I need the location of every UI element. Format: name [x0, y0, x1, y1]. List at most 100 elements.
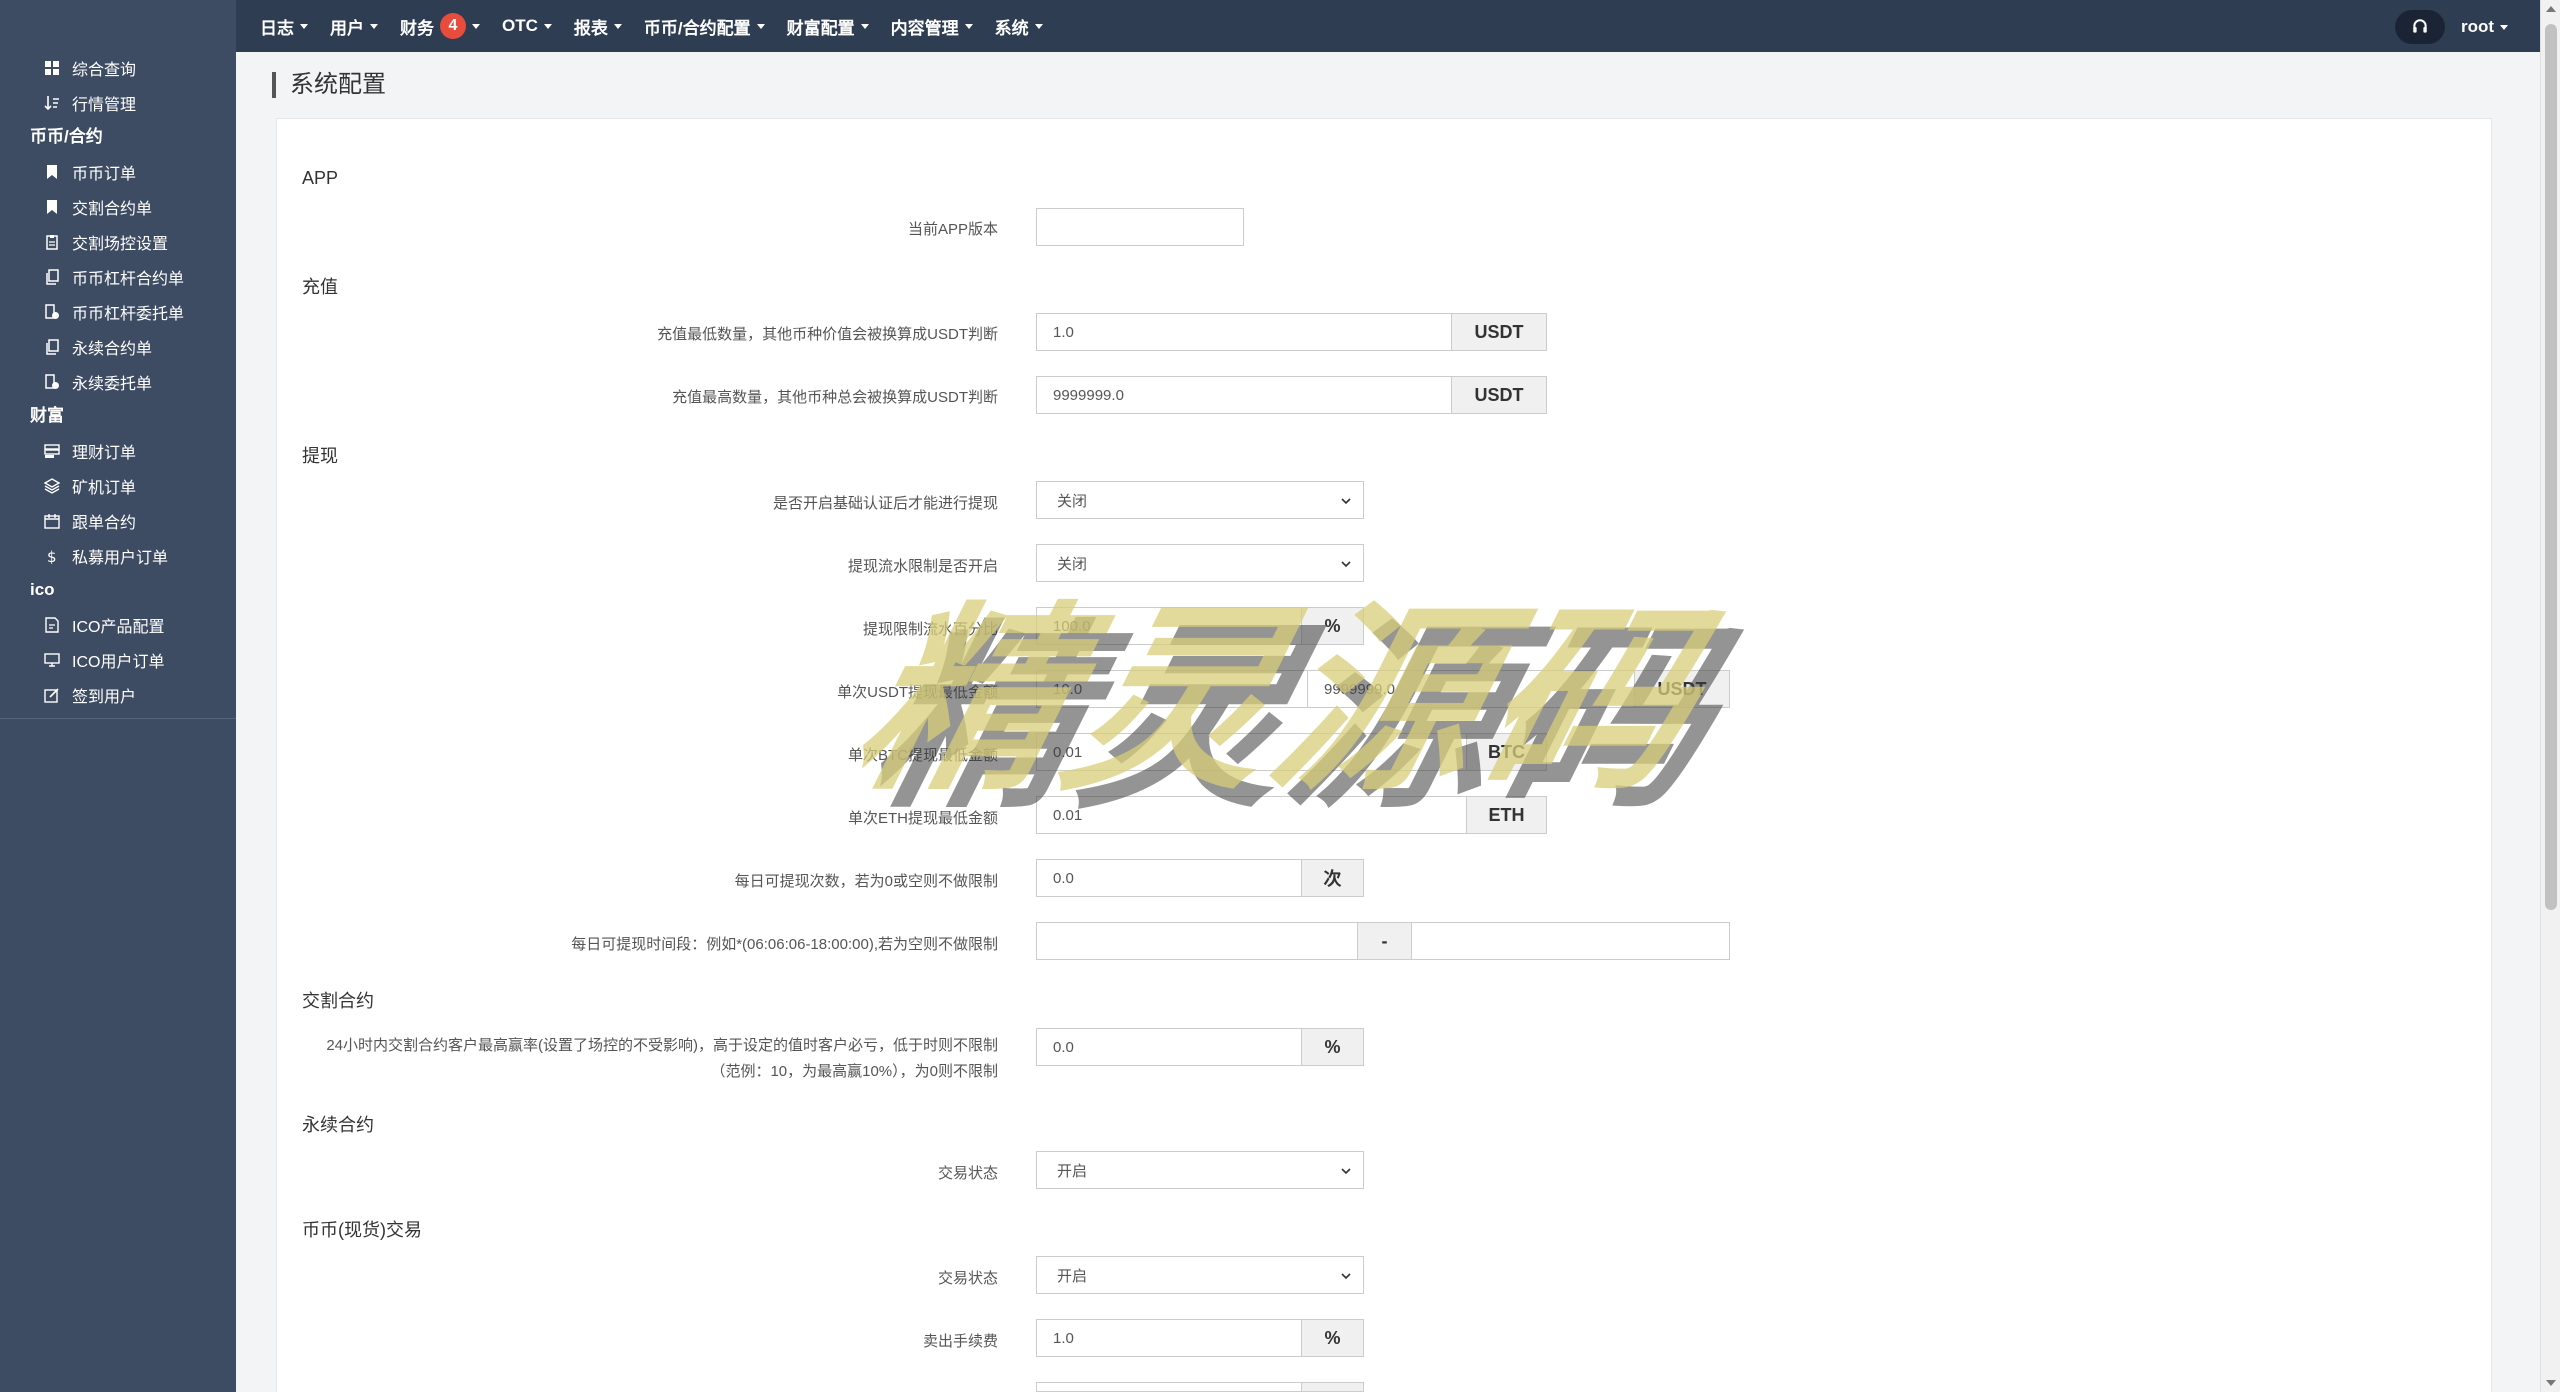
nav-wealth-config[interactable]: 财富配置 [787, 14, 869, 39]
withdraw-times-input[interactable]: 0.0 [1036, 859, 1302, 897]
nav-otc[interactable]: OTC [502, 16, 552, 36]
sidebar-item-perpetual-orders[interactable]: 永续合约单 [0, 329, 236, 364]
withdraw-auth-select[interactable]: 关闭 [1036, 481, 1364, 519]
sort-icon [44, 95, 60, 111]
sidebar-item-label: 私募用户订单 [72, 549, 169, 567]
next-field-input[interactable] [1036, 1382, 1302, 1392]
sidebar-item-overview[interactable]: 综合查询 [0, 50, 236, 85]
nav-report[interactable]: 报表 [574, 14, 622, 39]
withdraw-btc-unit: BTC [1466, 733, 1547, 771]
perpetual-status-label: 交易状态 [937, 1165, 998, 1182]
sidebar-item-miner-orders[interactable]: 矿机订单 [0, 468, 236, 503]
sidebar-item-label: 永续委托单 [72, 375, 153, 393]
section-withdraw: 提现 [302, 446, 338, 466]
delivery-rate-input[interactable]: 0.0 [1036, 1028, 1302, 1066]
sidebar-item-private-orders[interactable]: $ 私募用户订单 [0, 538, 236, 573]
nav-contract-config[interactable]: 币币/合约配置 [644, 14, 765, 39]
sidebar-item-label: 交割场控设置 [72, 235, 169, 253]
sidebar-item-wealth-orders[interactable]: 理财订单 [0, 433, 236, 468]
caret-down-icon [300, 23, 308, 29]
withdraw-limit-label: 提现限制流水百分比 [862, 621, 998, 638]
sidebar-item-label: ICO产品配置 [72, 618, 165, 636]
chevron-down-icon [1341, 1168, 1351, 1175]
recharge-min-input[interactable]: 1.0 [1036, 313, 1452, 351]
nav-label: 日志 [260, 18, 294, 38]
nav-label: 内容管理 [890, 18, 959, 38]
svg-text:$: $ [47, 548, 57, 564]
sidebar: 综合查询 行情管理 币币/合约 币币订单 交割合约单 交割场控设置 币币杠杆合约… [0, 0, 236, 1392]
sidebar-item-label: 币币订单 [72, 165, 137, 183]
caret-down-icon [472, 23, 480, 29]
bookmark-icon [44, 199, 60, 215]
sidebar-item-copy-trade[interactable]: 跟单合约 [0, 503, 236, 538]
delivery-rate-unit: % [1301, 1028, 1364, 1066]
withdraw-period-separator: - [1357, 922, 1412, 960]
section-spot: 币币(现货)交易 [302, 1220, 422, 1240]
recharge-min-label: 充值最低数量，其他币种价值会被换算成USDT判断 [657, 326, 998, 343]
chevron-down-icon [1341, 1273, 1351, 1280]
sidebar-item-market[interactable]: 行情管理 [0, 85, 236, 120]
caret-down-icon [543, 23, 552, 29]
withdraw-period-start-input[interactable] [1036, 922, 1358, 960]
sidebar-item-ico-config[interactable]: ICO产品配置 [0, 607, 236, 642]
withdraw-limit-input[interactable]: 100.0 [1036, 607, 1302, 645]
perpetual-status-select[interactable]: 开启 [1036, 1151, 1364, 1189]
nav-label: OTC [502, 16, 538, 35]
withdraw-btc-label: 单次BTC提现最低金额 [847, 747, 998, 764]
sidebar-item-ico-orders[interactable]: ICO用户订单 [0, 642, 236, 677]
withdraw-btc-input[interactable]: 0.01 [1036, 733, 1467, 771]
withdraw-usdt-max-input[interactable]: 9999999.0 [1307, 670, 1635, 708]
withdraw-usdt-min-input[interactable]: 10.0 [1036, 670, 1308, 708]
withdraw-flow-select[interactable]: 关闭 [1036, 544, 1364, 582]
sidebar-item-spot-orders[interactable]: 币币订单 [0, 154, 236, 189]
sidebar-item-label: 矿机订单 [72, 479, 137, 497]
page-scrollbar[interactable] [2540, 0, 2560, 1392]
caret-down-icon [1034, 23, 1043, 29]
nav-finance[interactable]: 财务 4 [400, 13, 480, 39]
nav-log[interactable]: 日志 [260, 14, 308, 39]
scroll-down-icon[interactable] [2546, 1380, 2556, 1386]
scroll-up-icon[interactable] [2546, 6, 2556, 12]
select-value: 开启 [1057, 1267, 1088, 1285]
sidebar-item-delivery-control[interactable]: 交割场控设置 [0, 224, 236, 259]
spot-sell-fee-input[interactable]: 1.0 [1036, 1319, 1302, 1357]
chevron-down-icon [1341, 561, 1351, 568]
sidebar-item-checkin-users[interactable]: 签到用户 [0, 677, 236, 712]
spot-sell-fee-unit: % [1301, 1319, 1364, 1357]
section-recharge: 充值 [302, 277, 338, 297]
select-value: 关闭 [1057, 555, 1088, 573]
sidebar-item-label: 跟单合约 [72, 514, 137, 532]
scrollbar-thumb[interactable] [2545, 24, 2557, 910]
page-title: 系统配置 [272, 72, 386, 98]
sidebar-item-margin-entrust[interactable]: 币币杠杆委托单 [0, 294, 236, 329]
withdraw-limit-unit: % [1301, 607, 1364, 645]
withdraw-eth-input[interactable]: 0.01 [1036, 796, 1467, 834]
caret-down-icon [964, 23, 973, 29]
nav-content[interactable]: 内容管理 [891, 14, 973, 39]
section-app: APP [302, 168, 339, 188]
withdraw-auth-label: 是否开启基础认证后才能进行提现 [772, 495, 998, 512]
sidebar-item-delivery-orders[interactable]: 交割合约单 [0, 189, 236, 224]
withdraw-eth-unit: ETH [1466, 796, 1547, 834]
app-version-input[interactable] [1036, 208, 1244, 246]
nav-user[interactable]: 用户 [330, 14, 378, 39]
username[interactable]: root [2461, 17, 2508, 37]
copy-icon [44, 268, 60, 285]
sidebar-item-margin-orders[interactable]: 币币杠杆合约单 [0, 259, 236, 294]
withdraw-period-end-input[interactable] [1411, 922, 1730, 960]
support-icon[interactable] [2394, 10, 2445, 44]
user-menu[interactable]: root [2394, 10, 2508, 44]
caret-down-icon [756, 23, 765, 29]
recharge-max-input[interactable]: 9999999.0 [1036, 376, 1452, 414]
bookmark-icon [44, 164, 60, 180]
nav-label: 用户 [330, 18, 364, 38]
nav-system[interactable]: 系统 [995, 14, 1043, 39]
withdraw-flow-label: 提现流水限制是否开启 [847, 558, 998, 575]
select-value: 关闭 [1057, 492, 1088, 510]
caret-down-icon [370, 23, 378, 29]
sidebar-item-label: 币币杠杆合约单 [72, 270, 185, 288]
spot-status-select[interactable]: 开启 [1036, 1256, 1364, 1294]
sidebar-item-perpetual-entrust[interactable]: 永续委托单 [0, 364, 236, 399]
withdraw-times-label: 每日可提现次数，若为0或空则不做限制 [734, 873, 998, 890]
app-version-label: 当前APP版本 [907, 221, 998, 238]
